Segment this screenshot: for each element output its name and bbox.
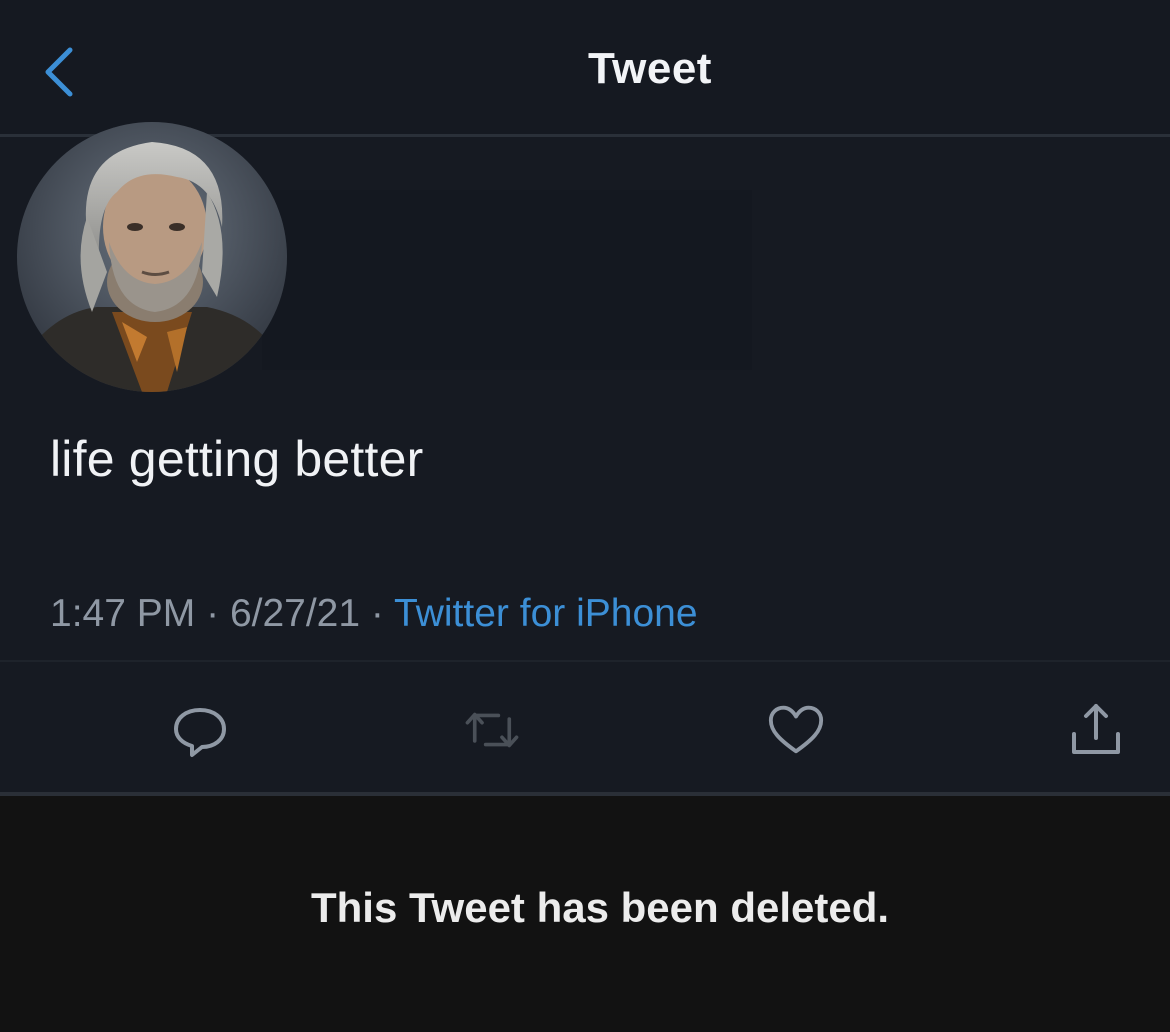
divider [0, 660, 1170, 662]
retweet-icon [465, 712, 519, 748]
reply-button[interactable] [170, 700, 230, 760]
tweet-source-link[interactable]: Twitter for iPhone [394, 592, 697, 635]
tweet-date: 6/27/21 [229, 592, 361, 635]
redacted-author-area [262, 190, 752, 370]
tweet-screen: Tweet life getting better 1:47 PM · 6/27… [0, 0, 1170, 1032]
like-button[interactable] [766, 700, 826, 760]
tweet-time: 1:47 PM [50, 592, 196, 635]
share-button[interactable] [1066, 700, 1126, 760]
tweet-text: life getting better [50, 431, 424, 487]
meta-separator: · [370, 592, 384, 635]
page-title: Tweet [588, 44, 712, 93]
share-icon [1072, 704, 1120, 754]
tweet-meta: 1:47 PM · 6/27/21 · Twitter for iPhone [50, 592, 698, 636]
retweet-button[interactable] [462, 700, 522, 760]
top-bar: Tweet [0, 0, 1170, 136]
deleted-message: This Tweet has been deleted. [311, 884, 890, 931]
reply-icon [174, 708, 226, 757]
heart-icon [768, 705, 824, 754]
avatar[interactable] [17, 122, 287, 392]
meta-separator: · [206, 592, 220, 635]
avatar-image [17, 122, 287, 392]
